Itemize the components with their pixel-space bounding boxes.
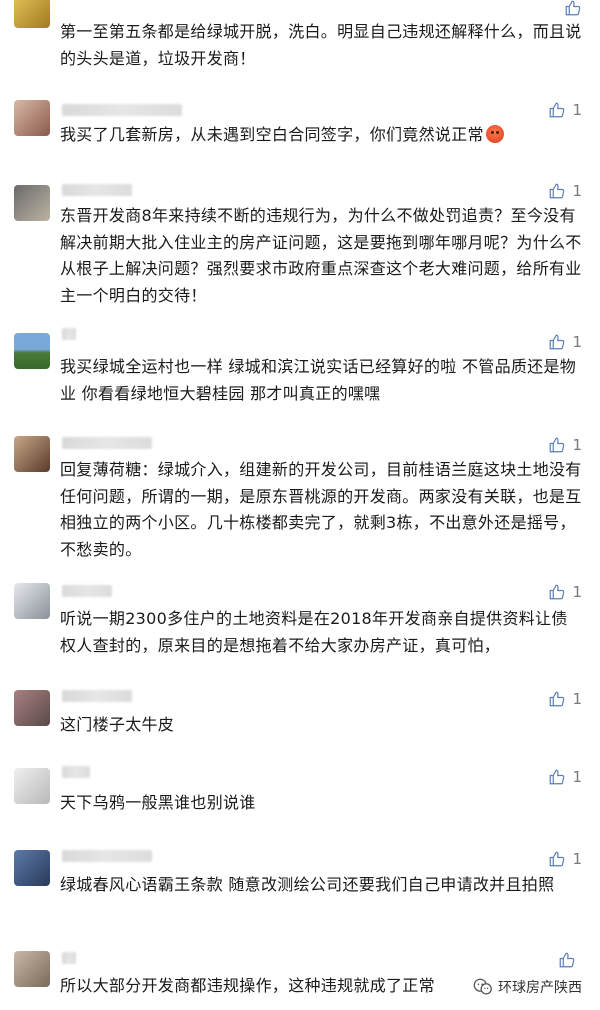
avatar[interactable] — [14, 0, 50, 28]
like-button[interactable]: 1 — [548, 181, 582, 201]
avatar[interactable] — [14, 333, 50, 369]
thumbs-up-icon — [550, 691, 565, 707]
avatar[interactable] — [14, 436, 50, 472]
username — [62, 585, 112, 597]
username — [62, 690, 132, 702]
like-count: 1 — [572, 101, 582, 119]
like-count: 1 — [572, 583, 582, 601]
username — [62, 104, 182, 116]
like-button[interactable]: 1 — [548, 582, 582, 602]
avatar[interactable] — [14, 583, 50, 619]
thumbs-up-icon — [550, 437, 565, 453]
comment-text: 我买了几套新房，从未遇到空白合同签字，你们竟然说正常 — [60, 122, 582, 149]
like-count: 1 — [572, 768, 582, 786]
comment-text-body: 我买了几套新房，从未遇到空白合同签字，你们竟然说正常 — [60, 125, 484, 144]
angry-face-icon — [485, 125, 504, 143]
avatar[interactable] — [14, 100, 50, 136]
like-count: 1 — [572, 436, 582, 454]
like-button[interactable]: 1 — [548, 849, 582, 869]
comment-text: 回复薄荷糖：绿城介入，组建新的开发公司，目前桂语兰庭这块土地没有任何问题，所谓的… — [60, 460, 582, 559]
like-button[interactable] — [564, 0, 582, 18]
like-count: 1 — [572, 182, 582, 200]
like-button[interactable] — [558, 950, 582, 970]
like-button[interactable]: 1 — [548, 100, 582, 120]
watermark: 环球房产陕西 — [468, 974, 586, 1000]
like-count: 1 — [572, 850, 582, 868]
like-count: 1 — [572, 690, 582, 708]
username — [62, 952, 76, 964]
like-button[interactable]: 1 — [548, 435, 582, 455]
comment-text: 听说一期2300多住户的土地资料是在2018年开发商亲自提供资料让债权人查封的，… — [60, 609, 568, 655]
like-button[interactable]: 1 — [548, 767, 582, 787]
thumbs-up-icon — [550, 183, 565, 199]
thumbs-up-icon — [550, 769, 565, 785]
username — [62, 850, 152, 862]
watermark-label: 环球房产陕西 — [498, 980, 582, 996]
thumbs-up-icon — [565, 0, 581, 16]
comment-text: 这门楼子太牛皮 — [60, 715, 175, 734]
username — [62, 437, 152, 449]
like-button[interactable]: 1 — [548, 689, 582, 709]
avatar[interactable] — [14, 690, 50, 726]
thumbs-up-icon — [550, 851, 565, 867]
comment-text: 东晋开发商8年来持续不断的违规行为，为什么不做处罚追责？至今没有解决前期大批入住… — [60, 206, 582, 305]
username — [62, 766, 90, 778]
avatar[interactable] — [14, 185, 50, 221]
comment-text: 第一至第五条都是给绿城开脱，洗白。明显自己违规还解释什么，而且说的头头是道，垃圾… — [60, 22, 582, 68]
wechat-logo-icon — [472, 976, 494, 998]
avatar[interactable] — [14, 951, 50, 987]
comment-text: 我买绿城全运村也一样 绿城和滨江说实话已经算好的啦 不管品质还是物业 你看看绿地… — [60, 357, 577, 403]
like-count: 1 — [572, 333, 582, 351]
comment-text: 绿城春风心语霸王条款 随意改测绘公司还要我们自己申请改并且拍照 — [60, 875, 555, 894]
thumbs-up-icon — [550, 584, 565, 600]
thumbs-up-icon — [559, 952, 575, 968]
like-button[interactable]: 1 — [548, 332, 582, 352]
username — [62, 184, 132, 196]
avatar[interactable] — [14, 850, 50, 886]
thumbs-up-icon — [550, 334, 565, 350]
thumbs-up-icon — [550, 102, 565, 118]
username — [62, 328, 76, 340]
avatar[interactable] — [14, 768, 50, 804]
comment-text: 天下乌鸦一般黑谁也别说谁 — [60, 793, 256, 812]
